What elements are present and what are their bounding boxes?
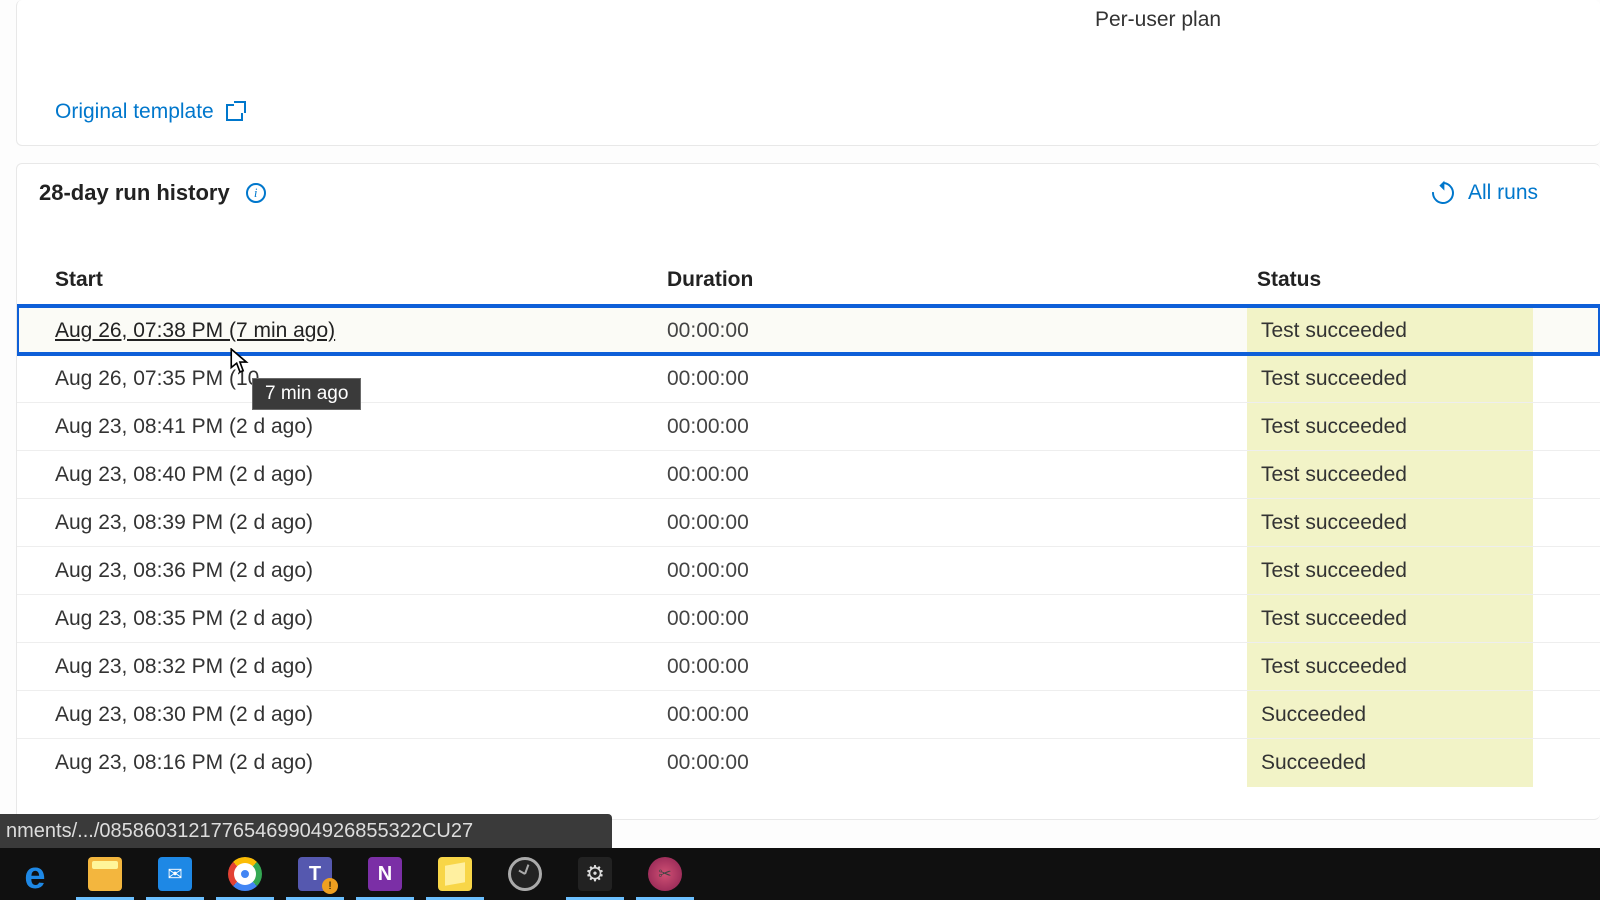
status-badge: Test succeeded [1247, 595, 1533, 643]
taskbar-chrome-icon[interactable] [210, 848, 280, 900]
run-history-title: 28-day run history [39, 180, 230, 206]
status-badge: Succeeded [1247, 691, 1533, 739]
table-row[interactable]: Aug 23, 08:30 PM (2 d ago) 00:00:00Succee… [17, 690, 1600, 738]
run-duration-cell: 00:00:00 [657, 703, 1247, 727]
hover-tooltip: 7 min ago [252, 378, 361, 410]
taskbar-teams-icon[interactable]: ! [280, 848, 350, 900]
plan-label: Per-user plan [1095, 8, 1221, 32]
run-duration-cell: 00:00:00 [657, 415, 1247, 439]
run-status-cell: Succeeded [1247, 739, 1600, 787]
run-duration-cell: 00:00:00 [657, 463, 1247, 487]
status-badge: Test succeeded [1247, 547, 1533, 595]
status-badge: Test succeeded [1247, 499, 1533, 547]
run-status-cell: Succeeded [1247, 691, 1600, 739]
taskbar-settings-icon[interactable] [560, 848, 630, 900]
run-history-header: 28-day run history i All runs [17, 164, 1600, 220]
table-row[interactable]: Aug 23, 08:36 PM (2 d ago) 00:00:00Test s… [17, 546, 1600, 594]
taskbar-file-explorer-icon[interactable] [70, 848, 140, 900]
column-header-status[interactable]: Status [1247, 268, 1600, 292]
taskbar-sticky-notes-icon[interactable] [420, 848, 490, 900]
run-start-link[interactable]: Aug 23, 08:32 PM (2 d ago) [55, 655, 313, 678]
run-duration-cell: 00:00:00 [657, 559, 1247, 583]
browser-status-bar: nments/.../08586031217765469904926855322… [0, 814, 612, 848]
run-start-link[interactable]: Aug 23, 08:40 PM (2 d ago) [55, 463, 313, 486]
run-start-link[interactable]: Aug 23, 08:16 PM (2 d ago) [55, 751, 313, 774]
run-status-cell: Test succeeded [1247, 355, 1600, 403]
windows-taskbar: e ! [0, 848, 1600, 900]
run-start-cell[interactable]: Aug 26, 07:38 PM (7 min ago) [17, 319, 657, 343]
run-duration-cell: 00:00:00 [657, 607, 1247, 631]
run-start-link[interactable]: Aug 23, 08:36 PM (2 d ago) [55, 559, 313, 582]
run-start-link[interactable]: Aug 23, 08:30 PM (2 d ago) [55, 703, 313, 726]
run-start-cell[interactable]: Aug 23, 08:30 PM (2 d ago) [17, 703, 657, 727]
run-start-link[interactable]: Aug 26, 07:38 PM (7 min ago) [55, 319, 335, 342]
run-start-cell[interactable]: Aug 23, 08:32 PM (2 d ago) [17, 655, 657, 679]
table-row[interactable]: Aug 23, 08:39 PM (2 d ago) 00:00:00Test s… [17, 498, 1600, 546]
run-start-link[interactable]: Aug 23, 08:41 PM (2 d ago) [55, 415, 313, 438]
run-start-cell[interactable]: Aug 23, 08:36 PM (2 d ago) [17, 559, 657, 583]
original-template-link[interactable]: Original template [55, 100, 243, 124]
run-status-cell: Test succeeded [1247, 595, 1600, 643]
taskbar-onenote-icon[interactable] [350, 848, 420, 900]
run-duration-cell: 00:00:00 [657, 751, 1247, 775]
run-status-cell: Test succeeded [1247, 403, 1600, 451]
run-start-cell[interactable]: Aug 23, 08:35 PM (2 d ago) [17, 607, 657, 631]
table-row[interactable]: Aug 23, 08:32 PM (2 d ago) 00:00:00Test s… [17, 642, 1600, 690]
top-info-card: Per-user plan Original template [16, 0, 1600, 146]
run-status-cell: Test succeeded [1247, 499, 1600, 547]
status-badge: Test succeeded [1247, 307, 1533, 355]
run-start-cell[interactable]: Aug 23, 08:40 PM (2 d ago) [17, 463, 657, 487]
external-link-icon [226, 104, 243, 121]
status-badge: Succeeded [1247, 739, 1533, 787]
run-start-link[interactable]: Aug 23, 08:35 PM (2 d ago) [55, 607, 313, 630]
run-start-cell[interactable]: Aug 23, 08:41 PM (2 d ago) [17, 415, 657, 439]
run-start-link[interactable]: Aug 26, 07:35 PM (10 [55, 367, 259, 390]
run-status-cell: Test succeeded [1247, 547, 1600, 595]
column-header-start[interactable]: Start [17, 268, 657, 292]
taskbar-mail-icon[interactable] [140, 848, 210, 900]
table-row[interactable]: Aug 26, 07:38 PM (7 min ago) 00:00:00Test… [17, 306, 1600, 354]
column-header-duration[interactable]: Duration [657, 268, 1247, 292]
all-runs-label: All runs [1468, 181, 1538, 205]
table-row[interactable]: Aug 23, 08:40 PM (2 d ago) 00:00:00Test s… [17, 450, 1600, 498]
table-header-row: Start Duration Status [17, 220, 1600, 306]
run-status-cell: Test succeeded [1247, 451, 1600, 499]
run-duration-cell: 00:00:00 [657, 511, 1247, 535]
run-history-table: Start Duration Status Aug 26, 07:38 PM (… [17, 220, 1600, 786]
run-history-card: 28-day run history i All runs Start Dura… [16, 163, 1600, 820]
status-badge: Test succeeded [1247, 355, 1533, 403]
run-start-cell[interactable]: Aug 23, 08:39 PM (2 d ago) [17, 511, 657, 535]
table-row[interactable]: Aug 23, 08:35 PM (2 d ago) 00:00:00Test s… [17, 594, 1600, 642]
refresh-icon [1427, 178, 1458, 209]
status-badge: Test succeeded [1247, 451, 1533, 499]
table-row[interactable]: Aug 23, 08:16 PM (2 d ago) 00:00:00Succee… [17, 738, 1600, 786]
run-duration-cell: 00:00:00 [657, 367, 1247, 391]
taskbar-edge-icon[interactable]: e [0, 848, 70, 900]
taskbar-clock-icon[interactable] [490, 848, 560, 900]
run-start-link[interactable]: Aug 23, 08:39 PM (2 d ago) [55, 511, 313, 534]
run-duration-cell: 00:00:00 [657, 655, 1247, 679]
original-template-text: Original template [55, 100, 214, 124]
info-icon[interactable]: i [246, 183, 266, 203]
status-badge: Test succeeded [1247, 403, 1533, 451]
status-badge: Test succeeded [1247, 643, 1533, 691]
taskbar-snip-icon[interactable] [630, 848, 700, 900]
all-runs-button[interactable]: All runs [1432, 181, 1578, 205]
run-duration-cell: 00:00:00 [657, 319, 1247, 343]
run-status-cell: Test succeeded [1247, 307, 1600, 355]
run-status-cell: Test succeeded [1247, 643, 1600, 691]
run-start-cell[interactable]: Aug 23, 08:16 PM (2 d ago) [17, 751, 657, 775]
